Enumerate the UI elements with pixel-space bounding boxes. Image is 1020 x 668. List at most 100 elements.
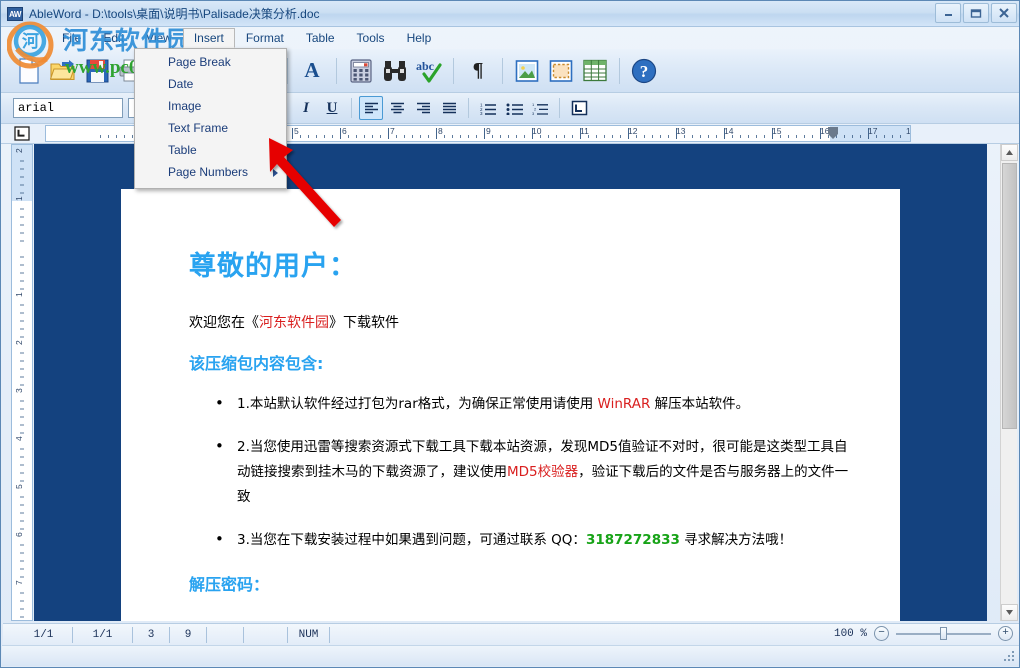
new-document-icon[interactable]	[13, 54, 45, 88]
maximize-button[interactable]	[963, 3, 989, 23]
svg-text:5: 5	[294, 126, 299, 136]
open-folder-icon[interactable]	[47, 54, 79, 88]
zoom-in-button[interactable]: +	[998, 626, 1013, 641]
toolbar-separator	[502, 57, 503, 84]
chevron-right-icon	[273, 169, 278, 177]
zoom-controls: 100 % − +	[834, 626, 1013, 641]
document-heading: 尊敬的用户：	[189, 251, 357, 282]
svg-text:6: 6	[14, 532, 24, 537]
svg-text:9: 9	[486, 126, 491, 136]
menu-item-table[interactable]: Table	[135, 139, 286, 161]
numbered-list-button[interactable]: 123	[476, 96, 500, 120]
insert-table-icon[interactable]	[579, 54, 611, 88]
status-section: 1/1	[73, 626, 133, 643]
svg-text:3: 3	[14, 388, 24, 393]
resize-grip[interactable]	[1004, 651, 1016, 663]
svg-text:6: 6	[342, 126, 347, 136]
bullet-list-button[interactable]	[502, 96, 526, 120]
scroll-up-arrow[interactable]	[1001, 144, 1018, 161]
zoom-level-label: 100 %	[833, 627, 867, 640]
document-welcome-line: 欢迎您在《河东软件园》下载软件	[189, 313, 860, 334]
list-item: 1.本站默认软件经过打包为rar格式，为确保正常使用请使用 WinRAR 解压本…	[215, 390, 860, 418]
toolbar-separator	[336, 57, 337, 84]
vertical-scrollbar[interactable]	[1000, 144, 1018, 621]
pilcrow-icon[interactable]: ¶	[462, 54, 494, 88]
document-canvas[interactable]: 尊敬的用户： 欢迎您在《河东软件园》下载软件 该压缩包内容包含: 1.本站默认软…	[34, 144, 987, 621]
menu-item-image[interactable]: Image	[135, 95, 286, 117]
menu-help[interactable]: Help	[396, 28, 443, 48]
menu-view[interactable]: View	[135, 28, 183, 48]
menu-tools[interactable]: Tools	[346, 28, 396, 48]
svg-text:10: 10	[532, 126, 542, 136]
font-name-input[interactable]: arial	[13, 98, 123, 118]
zoom-out-button[interactable]: −	[874, 626, 889, 641]
right-indent-marker	[828, 127, 838, 139]
close-button[interactable]	[991, 3, 1017, 23]
svg-text:3: 3	[480, 111, 483, 115]
align-left-button[interactable]	[359, 96, 383, 120]
help-icon[interactable]: ?	[628, 54, 660, 88]
align-center-button[interactable]	[385, 96, 409, 120]
calculator-icon[interactable]	[345, 54, 377, 88]
menu-item-page-numbers[interactable]: Page Numbers	[135, 161, 286, 183]
italic-button[interactable]: I	[294, 96, 318, 120]
zoom-slider-thumb[interactable]	[940, 627, 947, 640]
status-blank-1	[207, 626, 244, 643]
item-text-pre: 1.本站默认软件经过打包为rar格式，为确保正常使用请使用	[237, 396, 598, 412]
minimize-button[interactable]	[935, 3, 961, 23]
tab-stop-selector[interactable]	[11, 125, 33, 143]
document-page[interactable]: 尊敬的用户： 欢迎您在《河东软件园》下载软件 该压缩包内容包含: 1.本站默认软…	[121, 189, 900, 621]
document-footer-heading: 解压密码：	[189, 574, 270, 594]
svg-text:5: 5	[14, 484, 24, 489]
spellcheck-icon[interactable]: abc	[413, 54, 445, 88]
zoom-slider[interactable]	[896, 626, 991, 641]
border-button[interactable]	[567, 96, 591, 120]
insert-dropdown-menu: Page Break Date Image Text Frame Table P…	[134, 48, 287, 189]
svg-text:2: 2	[14, 148, 24, 153]
menu-table[interactable]: Table	[295, 28, 346, 48]
toolbar-separator	[287, 57, 288, 84]
item-highlight: WinRAR	[597, 396, 651, 412]
align-right-button[interactable]	[411, 96, 435, 120]
menu-item-date[interactable]: Date	[135, 73, 286, 95]
status-bar: 1/1 1/1 3 9 NUM 100 % − +	[3, 623, 1019, 645]
document-bullet-list: 1.本站默认软件经过打包为rar格式，为确保正常使用请使用 WinRAR 解压本…	[189, 390, 860, 554]
find-binoculars-icon[interactable]	[379, 54, 411, 88]
menu-format[interactable]: Format	[235, 28, 295, 48]
item-highlight: MD5校验器	[507, 463, 579, 480]
status-line: 3	[133, 626, 170, 643]
item-text-post: 寻求解决方法哦！	[679, 531, 793, 548]
svg-text:7: 7	[390, 126, 395, 136]
svg-text:13: 13	[676, 126, 686, 136]
window-bottom-strip	[2, 645, 1019, 666]
save-disk-icon[interactable]	[81, 54, 113, 88]
format-separator	[351, 98, 352, 118]
menu-file[interactable]: File	[51, 28, 92, 48]
svg-text:11: 11	[580, 126, 589, 136]
scrollbar-thumb[interactable]	[1002, 163, 1017, 429]
menu-item-page-break[interactable]: Page Break	[135, 51, 286, 73]
status-num-lock: NUM	[288, 626, 330, 643]
font-icon[interactable]: A	[296, 54, 328, 88]
item-text-post: 解压本站软件。	[650, 396, 750, 412]
align-justify-button[interactable]	[437, 96, 461, 120]
list-item: 2.当您使用迅雷等搜索资源式下载工具下载本站资源，发现MD5值验证不对时，很可能…	[215, 433, 860, 510]
status-page: 1/1	[15, 626, 73, 643]
menu-item-text-frame[interactable]: Text Frame	[135, 117, 286, 139]
svg-text:2: 2	[534, 106, 537, 111]
menu-insert[interactable]: Insert	[182, 28, 235, 48]
vertical-ruler[interactable]: 2 1 1 2 3 4 5 6 7	[11, 144, 33, 621]
ableword-window: AW AbleWord - D:\tools\桌面\说明书\Palisade决策…	[0, 0, 1020, 668]
scroll-down-arrow[interactable]	[1001, 604, 1018, 621]
status-column: 9	[170, 626, 207, 643]
menu-bar: File Edit View Insert Format Table Tools…	[1, 27, 1019, 49]
svg-text:15: 15	[772, 126, 782, 136]
status-blank-2	[244, 626, 288, 643]
menu-edit[interactable]: Edit	[92, 28, 135, 48]
text-frame-icon[interactable]	[545, 54, 577, 88]
svg-text:17: 17	[868, 126, 878, 136]
multilevel-list-button[interactable]: 123	[528, 96, 552, 120]
underline-button[interactable]: U	[320, 96, 344, 120]
insert-image-icon[interactable]	[511, 54, 543, 88]
welcome-suffix: 》下载软件	[329, 315, 399, 331]
